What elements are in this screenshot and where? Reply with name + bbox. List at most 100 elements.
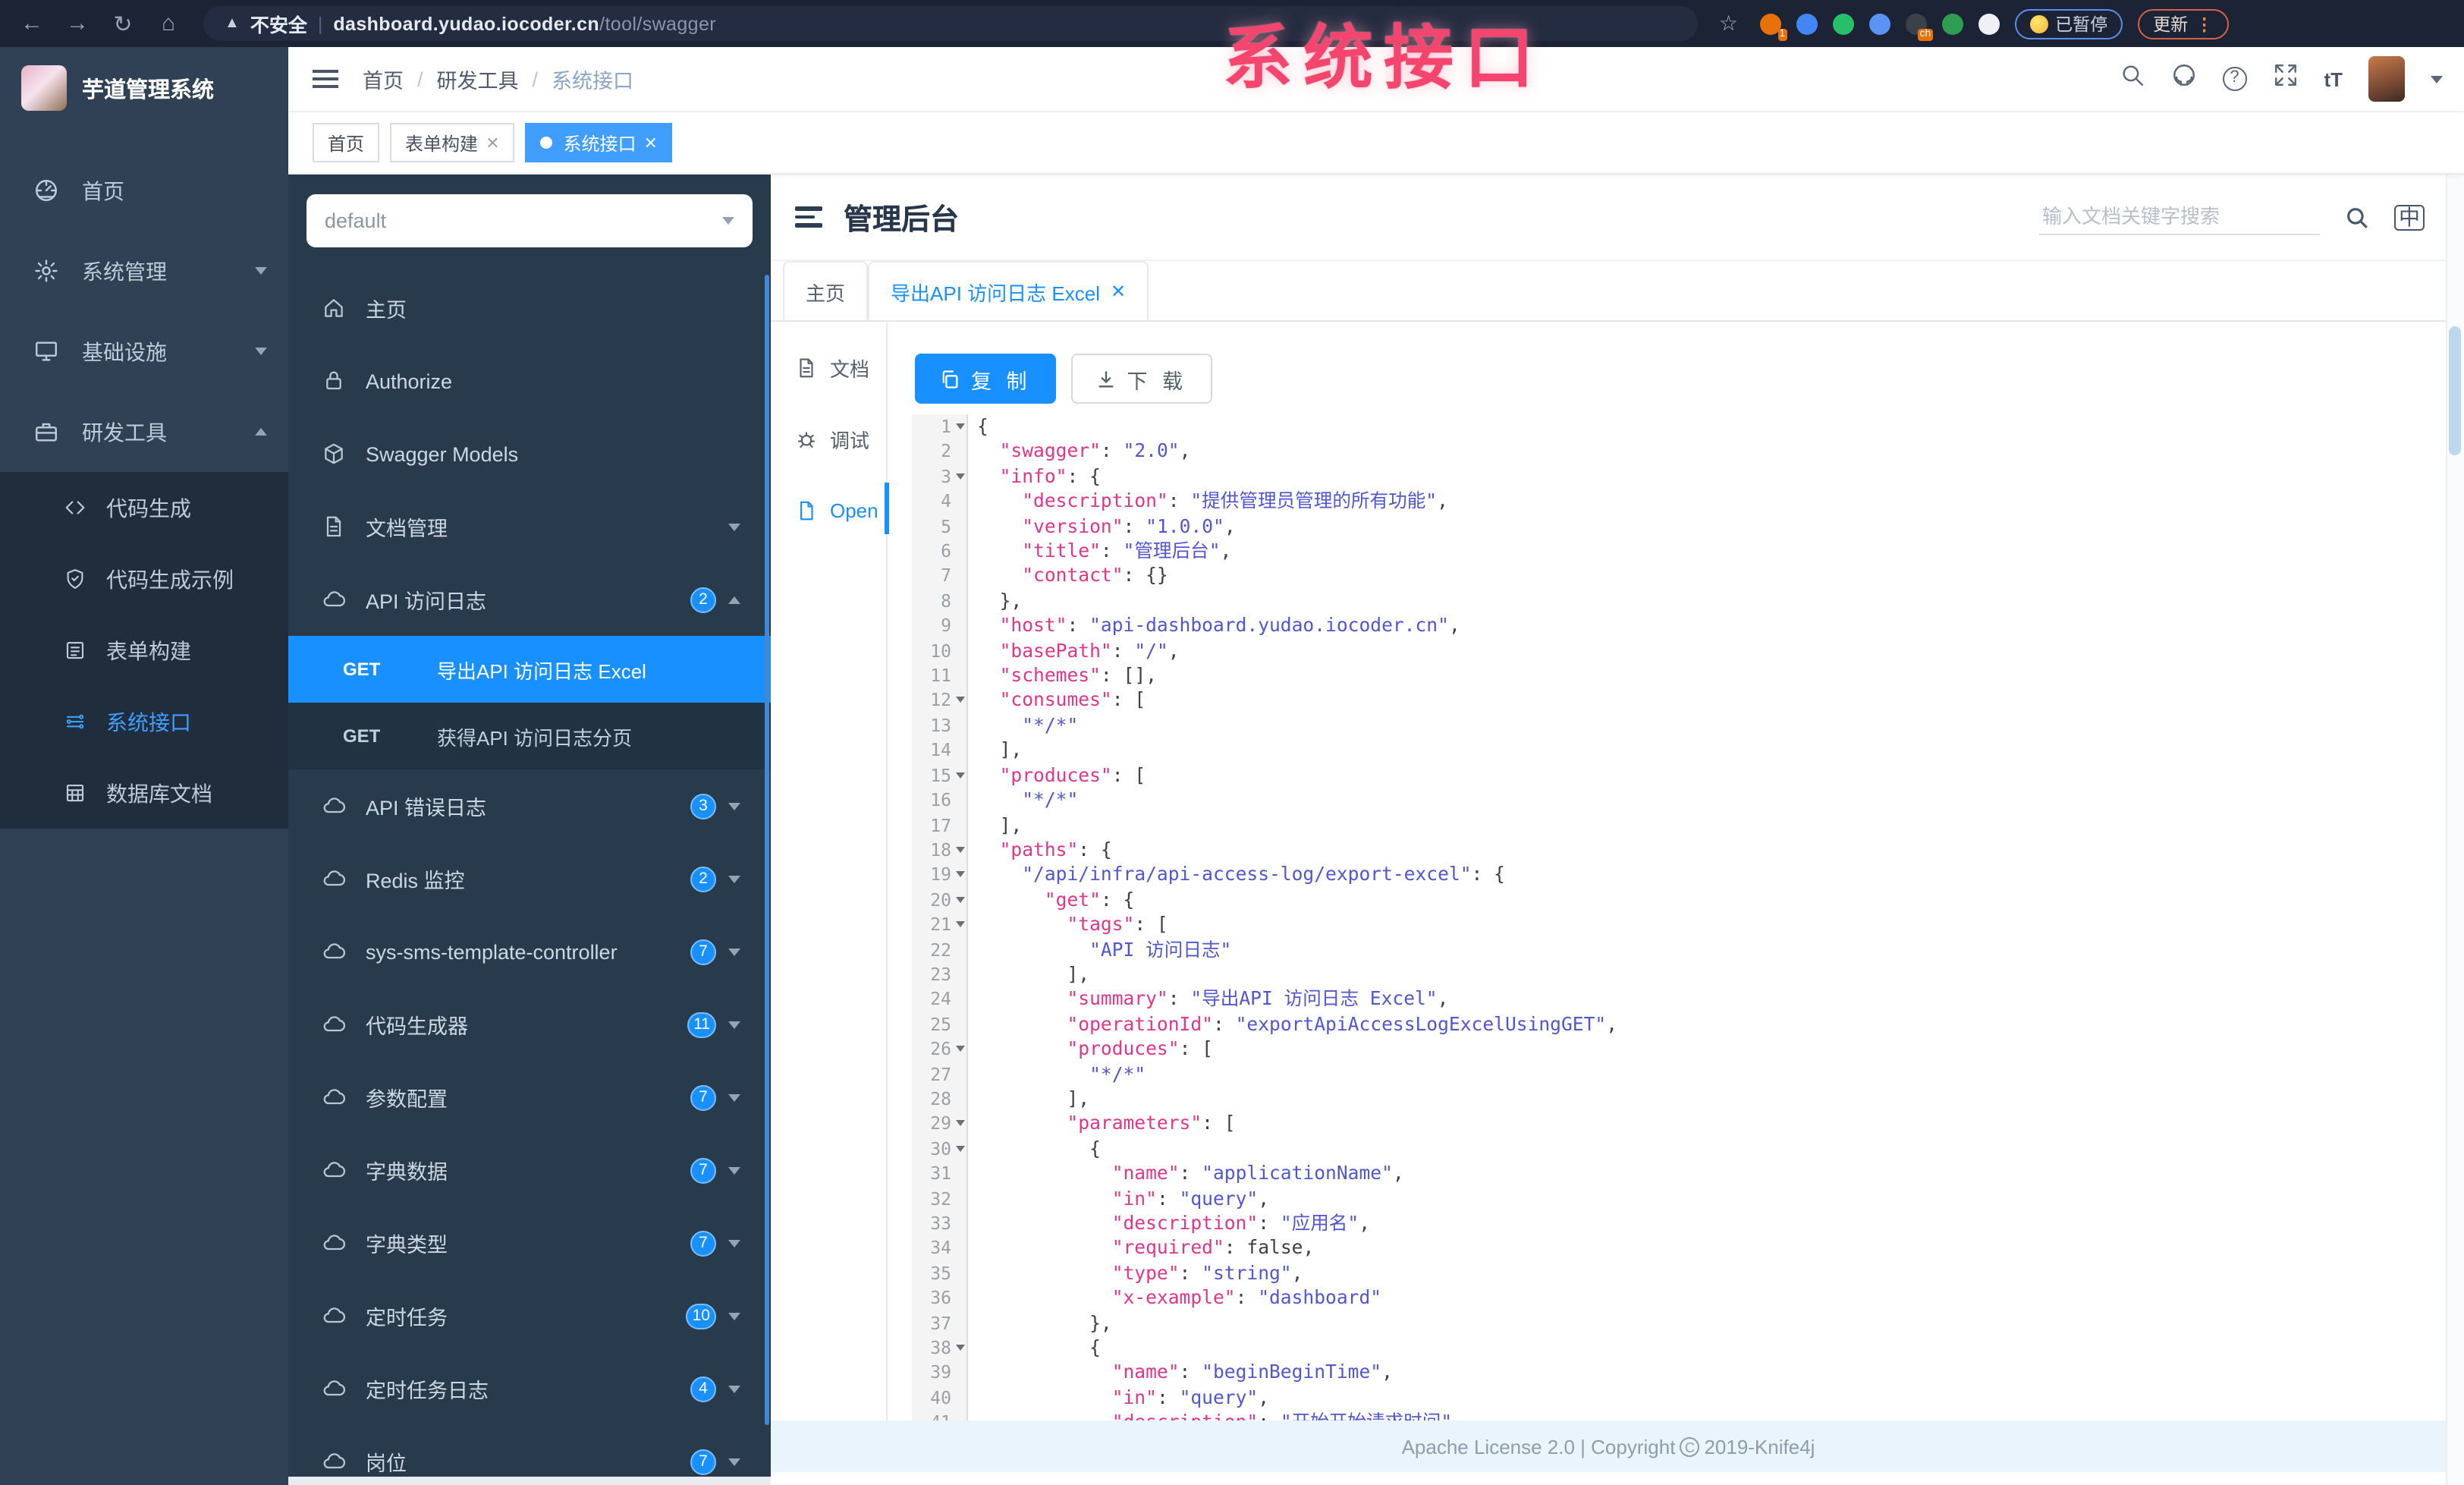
- line-number[interactable]: 4: [912, 489, 966, 514]
- line-number[interactable]: 21: [912, 912, 966, 937]
- line-number[interactable]: 5: [912, 514, 966, 539]
- line-number[interactable]: 10: [912, 638, 966, 663]
- line-number[interactable]: 34: [912, 1236, 966, 1261]
- line-number[interactable]: 25: [912, 1012, 966, 1037]
- ext-green-check[interactable]: [1832, 13, 1854, 34]
- ext-green-leaf[interactable]: [1941, 13, 1963, 34]
- api-operation[interactable]: GET 获得API 访问日志分页: [288, 703, 771, 769]
- api-group[interactable]: 岗位 7: [288, 1425, 771, 1477]
- home-icon[interactable]: ⌂: [146, 11, 191, 36]
- line-number[interactable]: 32: [912, 1186, 966, 1211]
- doc-search-input[interactable]: [2039, 199, 2320, 235]
- sidebar-subitem-1[interactable]: 代码生成: [0, 472, 288, 543]
- doc-nav-Open[interactable]: Open: [771, 484, 886, 536]
- page-scrollbar-thumb[interactable]: [2449, 326, 2461, 455]
- api-menu-item[interactable]: Authorize: [288, 345, 771, 417]
- line-number[interactable]: 18: [912, 838, 966, 863]
- api-group[interactable]: 参数配置 7: [288, 1061, 771, 1134]
- sidebar-subitem-4[interactable]: 系统接口: [0, 686, 288, 757]
- line-number[interactable]: 1: [912, 414, 966, 439]
- api-menu-item[interactable]: 主页: [288, 272, 771, 345]
- search-button[interactable]: [2119, 62, 2145, 96]
- line-number[interactable]: 8: [912, 589, 966, 614]
- sidebar-item-3[interactable]: 基础设施: [0, 311, 288, 392]
- fold-caret-icon[interactable]: [956, 423, 965, 429]
- line-number[interactable]: 40: [912, 1386, 966, 1411]
- line-number[interactable]: 27: [912, 1062, 966, 1087]
- update-browser-button[interactable]: 更新 ⋮: [2138, 8, 2229, 39]
- sidebar-subitem-2[interactable]: 代码生成示例: [0, 543, 288, 615]
- bookmark-star-icon[interactable]: ☆: [1719, 11, 1738, 36]
- reload-icon[interactable]: ↻: [100, 10, 146, 37]
- tag-首页[interactable]: 首页: [313, 123, 380, 162]
- api-group[interactable]: API 错误日志 3: [288, 769, 771, 842]
- line-number[interactable]: 36: [912, 1285, 966, 1310]
- sidebar-item-2[interactable]: 系统管理: [0, 231, 288, 311]
- line-number[interactable]: 20: [912, 887, 966, 912]
- group-select[interactable]: default: [306, 194, 753, 247]
- json-code-editor[interactable]: 1{2 "swagger": "2.0", 3 "info": {4 "descr…: [912, 414, 2446, 1421]
- help-icon[interactable]: ?: [2222, 67, 2247, 91]
- line-number[interactable]: 16: [912, 788, 966, 813]
- line-number[interactable]: 26: [912, 1037, 966, 1062]
- fold-caret-icon[interactable]: [956, 896, 965, 903]
- ext-blue-pin[interactable]: [1796, 13, 1818, 34]
- api-group[interactable]: 定时任务 10: [288, 1279, 771, 1352]
- hamburger-icon[interactable]: [313, 65, 338, 93]
- line-number[interactable]: 24: [912, 987, 966, 1012]
- line-number[interactable]: 31: [912, 1161, 966, 1186]
- doc-tab-主页[interactable]: 主页: [783, 261, 869, 320]
- api-menu-item[interactable]: 文档管理: [288, 490, 771, 563]
- api-menu-item[interactable]: Swagger Models: [288, 417, 771, 490]
- fold-caret-icon[interactable]: [956, 1046, 965, 1052]
- api-sidebar-hscrollbar[interactable]: [288, 1477, 771, 1485]
- fold-caret-icon[interactable]: [956, 697, 965, 703]
- api-sidebar-scrollbar[interactable]: [765, 275, 769, 1425]
- sidebar-item-1[interactable]: 首页: [0, 150, 288, 231]
- line-number[interactable]: 35: [912, 1261, 966, 1286]
- fold-caret-icon[interactable]: [956, 921, 965, 928]
- line-number[interactable]: 3: [912, 464, 966, 489]
- line-number[interactable]: 19: [912, 863, 966, 888]
- search-icon[interactable]: [2344, 204, 2370, 230]
- fold-caret-icon[interactable]: [956, 871, 965, 878]
- line-number[interactable]: 12: [912, 688, 966, 713]
- line-number[interactable]: 29: [912, 1112, 966, 1137]
- line-number[interactable]: 9: [912, 614, 966, 639]
- api-operation[interactable]: GET 导出API 访问日志 Excel: [288, 636, 771, 703]
- line-number[interactable]: 22: [912, 937, 966, 962]
- language-toggle-icon[interactable]: 中: [2394, 204, 2425, 230]
- api-group[interactable]: API 访问日志 2: [288, 563, 771, 636]
- fullscreen-button[interactable]: [2272, 62, 2298, 96]
- doc-nav-调试[interactable]: 调试: [771, 413, 886, 464]
- github-button[interactable]: [2170, 62, 2196, 96]
- line-number[interactable]: 37: [912, 1310, 966, 1336]
- breadcrumb-item[interactable]: 研发工具: [437, 64, 519, 94]
- doc-nav-文档[interactable]: 文档: [771, 341, 886, 393]
- api-group[interactable]: 字典数据 7: [288, 1134, 771, 1207]
- line-number[interactable]: 2: [912, 439, 966, 464]
- sidebar-subitem-5[interactable]: 数据库文档: [0, 757, 288, 829]
- page-scrollbar-track[interactable]: [2446, 175, 2464, 1485]
- fold-caret-icon[interactable]: [956, 846, 965, 853]
- fold-caret-icon[interactable]: [956, 473, 965, 480]
- line-number[interactable]: 39: [912, 1361, 966, 1386]
- fold-caret-icon[interactable]: [956, 1120, 965, 1127]
- close-icon[interactable]: ✕: [644, 133, 658, 153]
- api-group[interactable]: Redis 监控 2: [288, 842, 771, 915]
- line-number[interactable]: 13: [912, 713, 966, 738]
- line-number[interactable]: 23: [912, 962, 966, 987]
- collapse-menu-icon[interactable]: [795, 202, 822, 232]
- doc-tab-导出API 访问日志 Excel[interactable]: 导出API 访问日志 Excel ✕: [868, 261, 1149, 320]
- user-avatar[interactable]: [2368, 56, 2405, 102]
- line-number[interactable]: 33: [912, 1211, 966, 1236]
- user-menu-caret-icon[interactable]: [2431, 75, 2443, 83]
- ext-orange-circle[interactable]: 1: [1759, 13, 1787, 40]
- api-group[interactable]: sys-sms-template-controller 7: [288, 915, 771, 988]
- copy-button[interactable]: 复 制: [915, 354, 1056, 404]
- line-number[interactable]: 11: [912, 663, 966, 688]
- line-number[interactable]: 38: [912, 1336, 966, 1361]
- line-number[interactable]: 41: [912, 1411, 966, 1421]
- sidebar-subitem-3[interactable]: 表单构建: [0, 615, 288, 686]
- line-number[interactable]: 15: [912, 763, 966, 788]
